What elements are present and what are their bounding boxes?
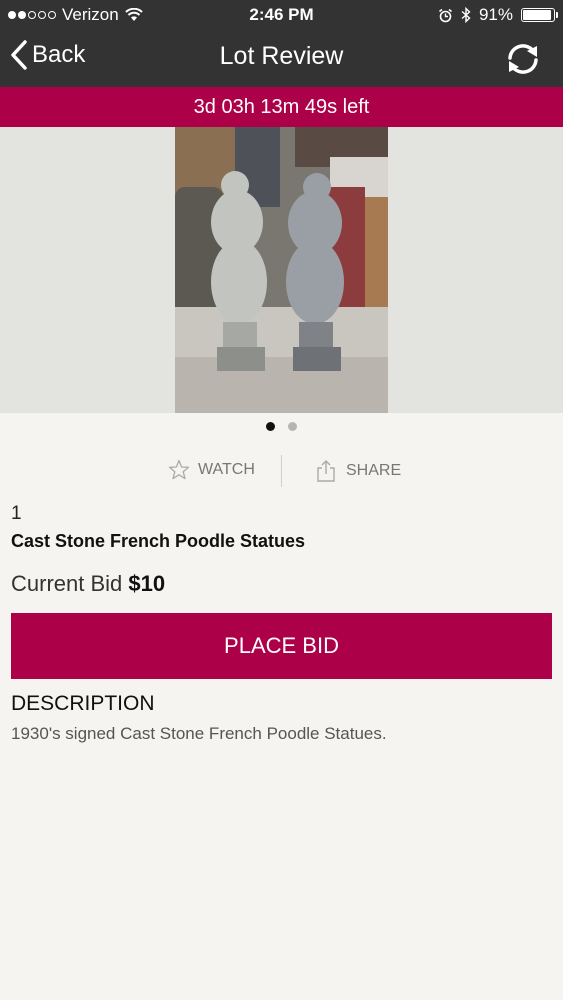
description-heading: DESCRIPTION [11, 692, 155, 715]
pager-dot[interactable] [266, 422, 275, 431]
lot-photo[interactable] [175, 127, 388, 413]
pager-dot[interactable] [288, 422, 297, 431]
image-gallery[interactable] [0, 127, 563, 413]
share-label: SHARE [346, 462, 402, 479]
alarm-icon [438, 8, 452, 22]
current-bid-value: $10 [128, 571, 166, 596]
time-left-banner: 3d 03h 13m 49s left [0, 87, 563, 127]
lot-actions: WATCH SHARE [0, 455, 563, 487]
battery-percent: 91% [478, 5, 513, 24]
watch-button[interactable]: WATCH [168, 459, 255, 481]
refresh-icon[interactable] [505, 42, 541, 76]
bluetooth-icon [461, 7, 471, 23]
current-bid-label: Current Bid [11, 571, 129, 596]
back-button[interactable]: Back [10, 40, 85, 70]
status-right: 91% [438, 5, 558, 25]
battery-icon [521, 8, 558, 22]
image-pager [0, 422, 563, 431]
place-bid-button[interactable]: PLACE BID [11, 613, 552, 679]
share-button[interactable]: SHARE [316, 459, 401, 483]
star-icon [168, 459, 190, 480]
lot-title: Cast Stone French Poodle Statues [11, 531, 306, 551]
back-label: Back [32, 41, 86, 68]
watch-label: WATCH [198, 461, 255, 478]
lot-number: 1 [11, 503, 22, 524]
status-bar: Verizon 2:46 PM 91% [0, 0, 563, 30]
navigation-bar: Back Lot Review [0, 30, 563, 87]
current-bid: Current Bid $10 [11, 571, 165, 597]
chevron-left-icon [11, 40, 27, 70]
description-text: 1930's signed Cast Stone French Poodle S… [11, 724, 387, 743]
share-icon [317, 460, 335, 482]
actions-divider [281, 455, 282, 487]
